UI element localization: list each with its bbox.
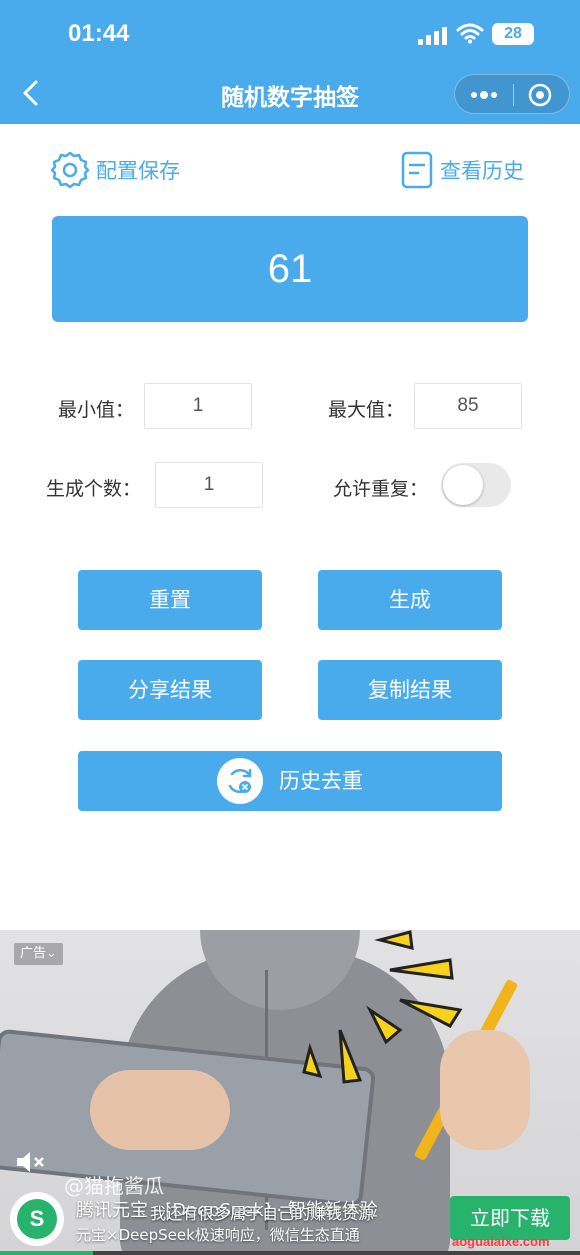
- history-dedupe-button[interactable]: 历史去重: [78, 751, 502, 811]
- config-save-button[interactable]: 配置保存: [50, 150, 180, 190]
- target-icon[interactable]: [527, 82, 553, 108]
- max-value-input[interactable]: 85: [414, 383, 522, 429]
- ad-watermark: @猫拖酱瓜: [64, 1174, 164, 1198]
- yuanbao-logo-mark: S: [17, 1199, 57, 1239]
- toggle-knob: [443, 465, 483, 505]
- status-time: 01:44: [68, 20, 130, 47]
- generate-button[interactable]: 生成: [318, 570, 502, 630]
- mute-icon[interactable]: [14, 1148, 46, 1176]
- view-history-button[interactable]: 查看历史: [400, 150, 524, 190]
- ad-caption: 我还有很多属于自己的赚钱资源: [150, 1204, 375, 1223]
- max-value-label: 最大值：: [328, 399, 405, 421]
- reset-button[interactable]: 重置: [78, 570, 262, 630]
- ad-progress-bar: [0, 1251, 580, 1255]
- allow-repeat-toggle[interactable]: [441, 463, 511, 507]
- ad-left-hand: [90, 1070, 230, 1150]
- more-dots-icon[interactable]: [467, 83, 501, 107]
- document-icon: [401, 151, 433, 189]
- view-history-label: 查看历史: [440, 159, 524, 183]
- mini-program-capsule: [454, 74, 570, 114]
- capsule-divider: [513, 84, 514, 106]
- allow-repeat-label: 允许重复：: [333, 478, 429, 500]
- count-label: 生成个数：: [46, 478, 142, 500]
- battery-indicator: 28: [492, 23, 534, 45]
- ad-burst-graphic: [302, 930, 463, 1084]
- wifi-icon: [456, 23, 484, 44]
- ad-progress-fill: [0, 1251, 93, 1255]
- ad-subtitle: 元宝×DeepSeek极速响应，微信生态直通: [76, 1226, 360, 1244]
- count-input[interactable]: 1: [155, 462, 263, 508]
- config-save-label: 配置保存: [96, 159, 180, 183]
- history-dedupe-label: 历史去重: [279, 769, 363, 793]
- cellular-signal-icon: [418, 25, 448, 45]
- ad-tag[interactable]: 广告⌄: [14, 943, 63, 965]
- share-result-button[interactable]: 分享结果: [78, 660, 262, 720]
- corner-watermark: aoguaiaixe.com: [452, 1234, 550, 1249]
- min-value-input[interactable]: 1: [144, 383, 252, 429]
- copy-result-button[interactable]: 复制结果: [318, 660, 502, 720]
- result-display: 61: [52, 216, 528, 322]
- dedupe-cycle-icon: [217, 758, 263, 804]
- yuanbao-logo[interactable]: S: [10, 1192, 64, 1246]
- gear-icon: [50, 151, 90, 189]
- min-value-label: 最小值：: [58, 399, 135, 421]
